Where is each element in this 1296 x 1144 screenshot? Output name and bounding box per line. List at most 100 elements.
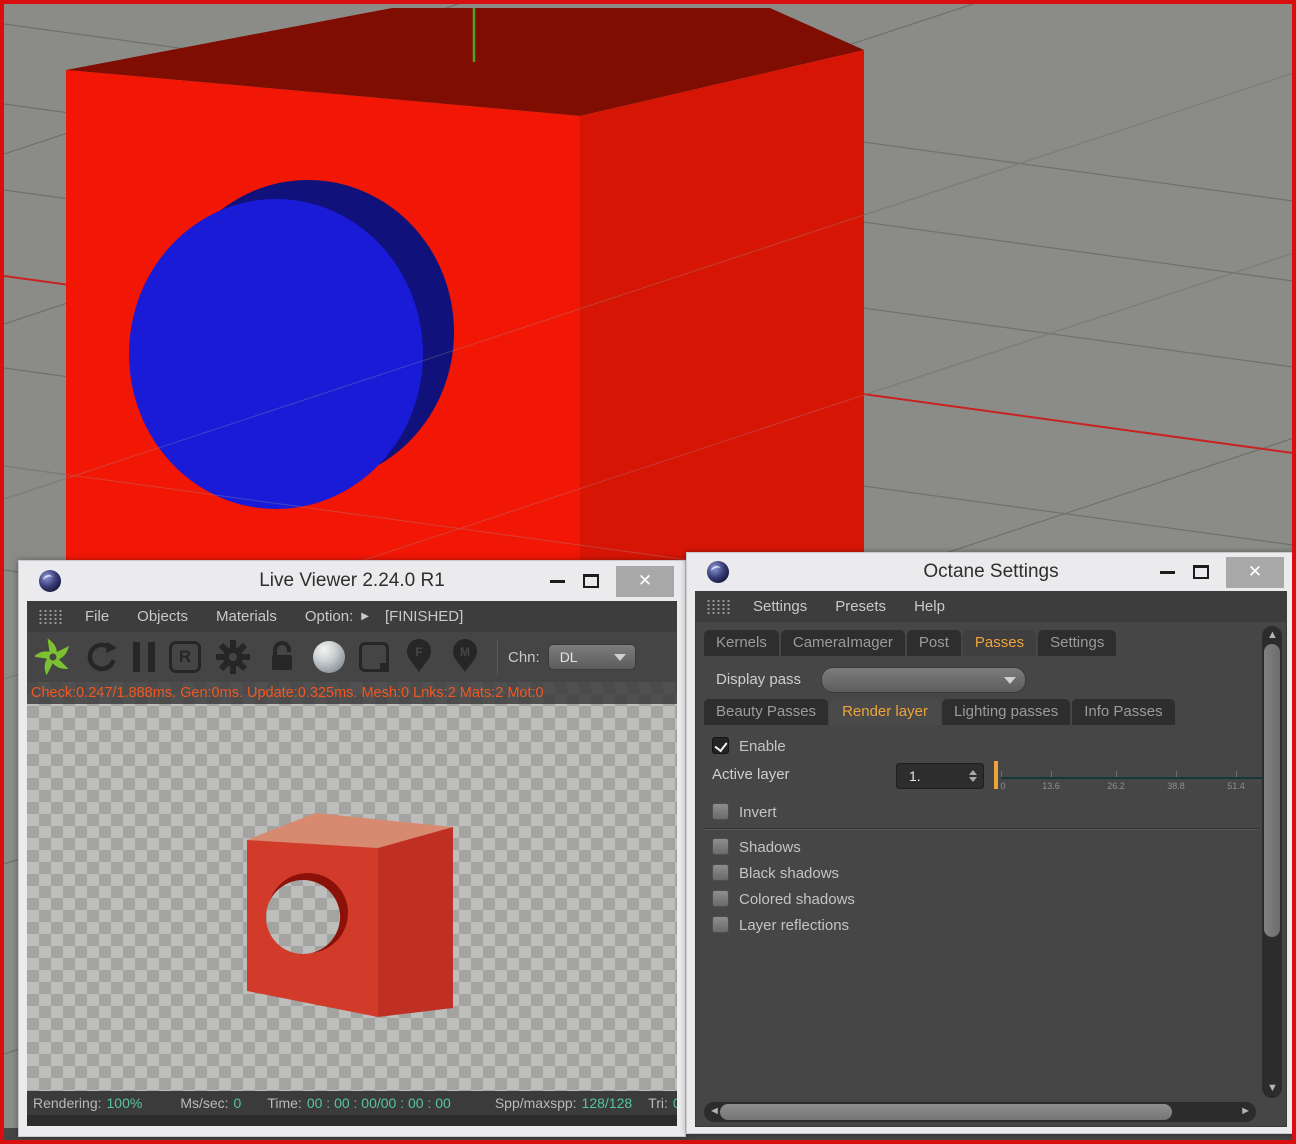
vertical-scrollbar[interactable]: ▲ ▼ <box>1262 626 1282 1098</box>
chevron-down-icon <box>613 653 626 661</box>
subtab-render-layer[interactable]: Render layer <box>830 699 940 725</box>
maximize-icon[interactable] <box>1184 557 1218 587</box>
viewport-cube[interactable] <box>66 8 864 624</box>
menu-file[interactable]: File <box>71 608 123 625</box>
subtab-info-passes[interactable]: Info Passes <box>1072 699 1175 725</box>
shadows-checkbox[interactable] <box>712 838 729 855</box>
render-state-text: [FINISHED] <box>384 608 464 625</box>
vertical-scrollbar-thumb[interactable] <box>1264 644 1280 937</box>
scroll-right-icon[interactable]: ► <box>1240 1106 1251 1117</box>
refresh-icon[interactable] <box>85 640 119 674</box>
tab-post[interactable]: Post <box>906 630 961 656</box>
gear-icon[interactable] <box>215 639 251 675</box>
passes-subtab-bar: Beauty Passes Render layer Lighting pass… <box>704 699 1175 725</box>
active-layer-value: 1. <box>909 768 921 784</box>
slider-tick <box>1176 771 1177 777</box>
live-viewer-titlebar[interactable]: Live Viewer 2.24.0 R1 ✕ <box>27 561 677 601</box>
octane-settings-titlebar[interactable]: Octane Settings ✕ <box>695 553 1287 591</box>
enable-checkbox[interactable] <box>712 737 729 754</box>
spp-value: 128/128 <box>581 1095 633 1111</box>
channel-label: Chn: <box>508 648 540 666</box>
time-value: 00 : 00 : 00/00 : 00 : 00 <box>306 1095 451 1111</box>
tri-label: Tri: <box>648 1095 668 1111</box>
spinner-arrows-icon[interactable] <box>969 770 977 782</box>
material-ball-icon[interactable] <box>313 641 345 673</box>
menu-settings[interactable]: Settings <box>739 598 821 615</box>
subtab-lighting-passes[interactable]: Lighting passes <box>941 699 1071 725</box>
lock-icon[interactable] <box>265 640 299 674</box>
active-layer-slider[interactable]: 0 13.6 26.2 38.8 51.4 <box>994 760 1272 796</box>
maximize-icon[interactable] <box>574 566 608 596</box>
render-passes-icon[interactable]: R <box>169 641 201 673</box>
black-shadows-checkbox[interactable] <box>712 864 729 881</box>
slider-tick <box>1051 771 1052 777</box>
toolbar-separator <box>497 639 498 675</box>
c4d-app-icon <box>39 570 61 592</box>
invert-checkbox[interactable] <box>712 803 729 820</box>
menu-help[interactable]: Help <box>900 598 959 615</box>
subtab-beauty-passes[interactable]: Beauty Passes <box>704 699 829 725</box>
live-viewer-menubar: File Objects Materials Option: ▶ [FINISH… <box>27 601 677 632</box>
close-icon[interactable]: ✕ <box>1226 556 1284 588</box>
slider-tick <box>1236 771 1237 777</box>
tri-value: 0/15 <box>673 1095 677 1111</box>
close-icon[interactable]: ✕ <box>616 565 674 597</box>
submenu-arrow-icon: ▶ <box>361 611 369 622</box>
display-pass-dropdown[interactable] <box>821 667 1026 693</box>
colored-shadows-checkbox[interactable] <box>712 890 729 907</box>
rendered-cube <box>247 813 453 1017</box>
slider-tick-label: 38.8 <box>1167 781 1185 791</box>
layer-reflections-checkbox[interactable] <box>712 916 729 933</box>
slider-tick-label: 26.2 <box>1107 781 1125 791</box>
region-icon[interactable] <box>359 642 389 672</box>
pin-f-icon[interactable]: F <box>403 639 435 675</box>
slider-tick-label: 0 <box>1000 781 1006 791</box>
tab-cameraimager[interactable]: CameraImager <box>780 630 905 656</box>
mssec-label: Ms/sec: <box>180 1095 229 1111</box>
invert-label: Invert <box>739 804 777 821</box>
slider-tick <box>1001 771 1002 777</box>
grip-icon[interactable] <box>37 608 63 625</box>
channel-dropdown[interactable]: DL <box>547 644 636 670</box>
layer-reflections-label: Layer reflections <box>739 917 850 934</box>
black-shadows-label: Black shadows <box>739 865 840 882</box>
svg-text:F: F <box>415 645 422 659</box>
section-divider <box>704 828 1260 830</box>
octane-logo-icon[interactable] <box>35 639 71 675</box>
render-view[interactable]: Check:0.247/1.888ms. Gen:0ms. Update:0.3… <box>27 682 677 1091</box>
time-label: Time: <box>267 1095 302 1111</box>
grip-icon[interactable] <box>705 598 731 615</box>
pin-m-icon[interactable]: M <box>449 639 481 675</box>
octane-settings-menubar: Settings Presets Help <box>695 591 1287 622</box>
scroll-up-icon[interactable]: ▲ <box>1267 630 1278 641</box>
menu-option[interactable]: Option: <box>291 608 367 625</box>
minimize-icon[interactable] <box>540 566 574 596</box>
slider-tick-label: 13.6 <box>1042 781 1060 791</box>
minimize-icon[interactable] <box>1150 557 1184 587</box>
menu-presets[interactable]: Presets <box>821 598 900 615</box>
tab-kernels[interactable]: Kernels <box>704 630 779 656</box>
octane-settings-window: Octane Settings ✕ Settings Presets Help … <box>686 552 1292 1134</box>
cylinder-front-face <box>129 199 423 509</box>
tab-settings[interactable]: Settings <box>1038 630 1117 656</box>
screenshot-root: Live Viewer 2.24.0 R1 ✕ File Objects Mat… <box>0 0 1296 1144</box>
svg-text:M: M <box>460 645 470 659</box>
menu-materials[interactable]: Materials <box>202 608 291 625</box>
tab-passes[interactable]: Passes <box>962 630 1037 656</box>
spp-label: Spp/maxspp: <box>494 1095 577 1111</box>
slider-tick <box>1116 771 1117 777</box>
horizontal-scrollbar[interactable]: ◄ ► <box>704 1102 1256 1122</box>
rendering-value: 100% <box>106 1095 143 1111</box>
scroll-down-icon[interactable]: ▼ <box>1267 1083 1278 1094</box>
horizontal-scrollbar-thumb[interactable] <box>720 1104 1172 1120</box>
shadows-label: Shadows <box>739 839 801 856</box>
slider-track[interactable] <box>1001 777 1266 779</box>
scroll-left-icon[interactable]: ◄ <box>709 1106 720 1117</box>
render-status-bar: Rendering: 100% Ms/sec: 0 Time: 00 : 00 … <box>27 1091 677 1115</box>
pause-icon[interactable] <box>133 642 155 672</box>
menu-objects[interactable]: Objects <box>123 608 202 625</box>
rendering-label: Rendering: <box>33 1095 102 1111</box>
octane-settings-content: Kernels CameraImager Post Passes Setting… <box>695 622 1287 1127</box>
active-layer-spinbox[interactable]: 1. <box>896 763 984 789</box>
c4d-app-icon <box>707 561 729 583</box>
